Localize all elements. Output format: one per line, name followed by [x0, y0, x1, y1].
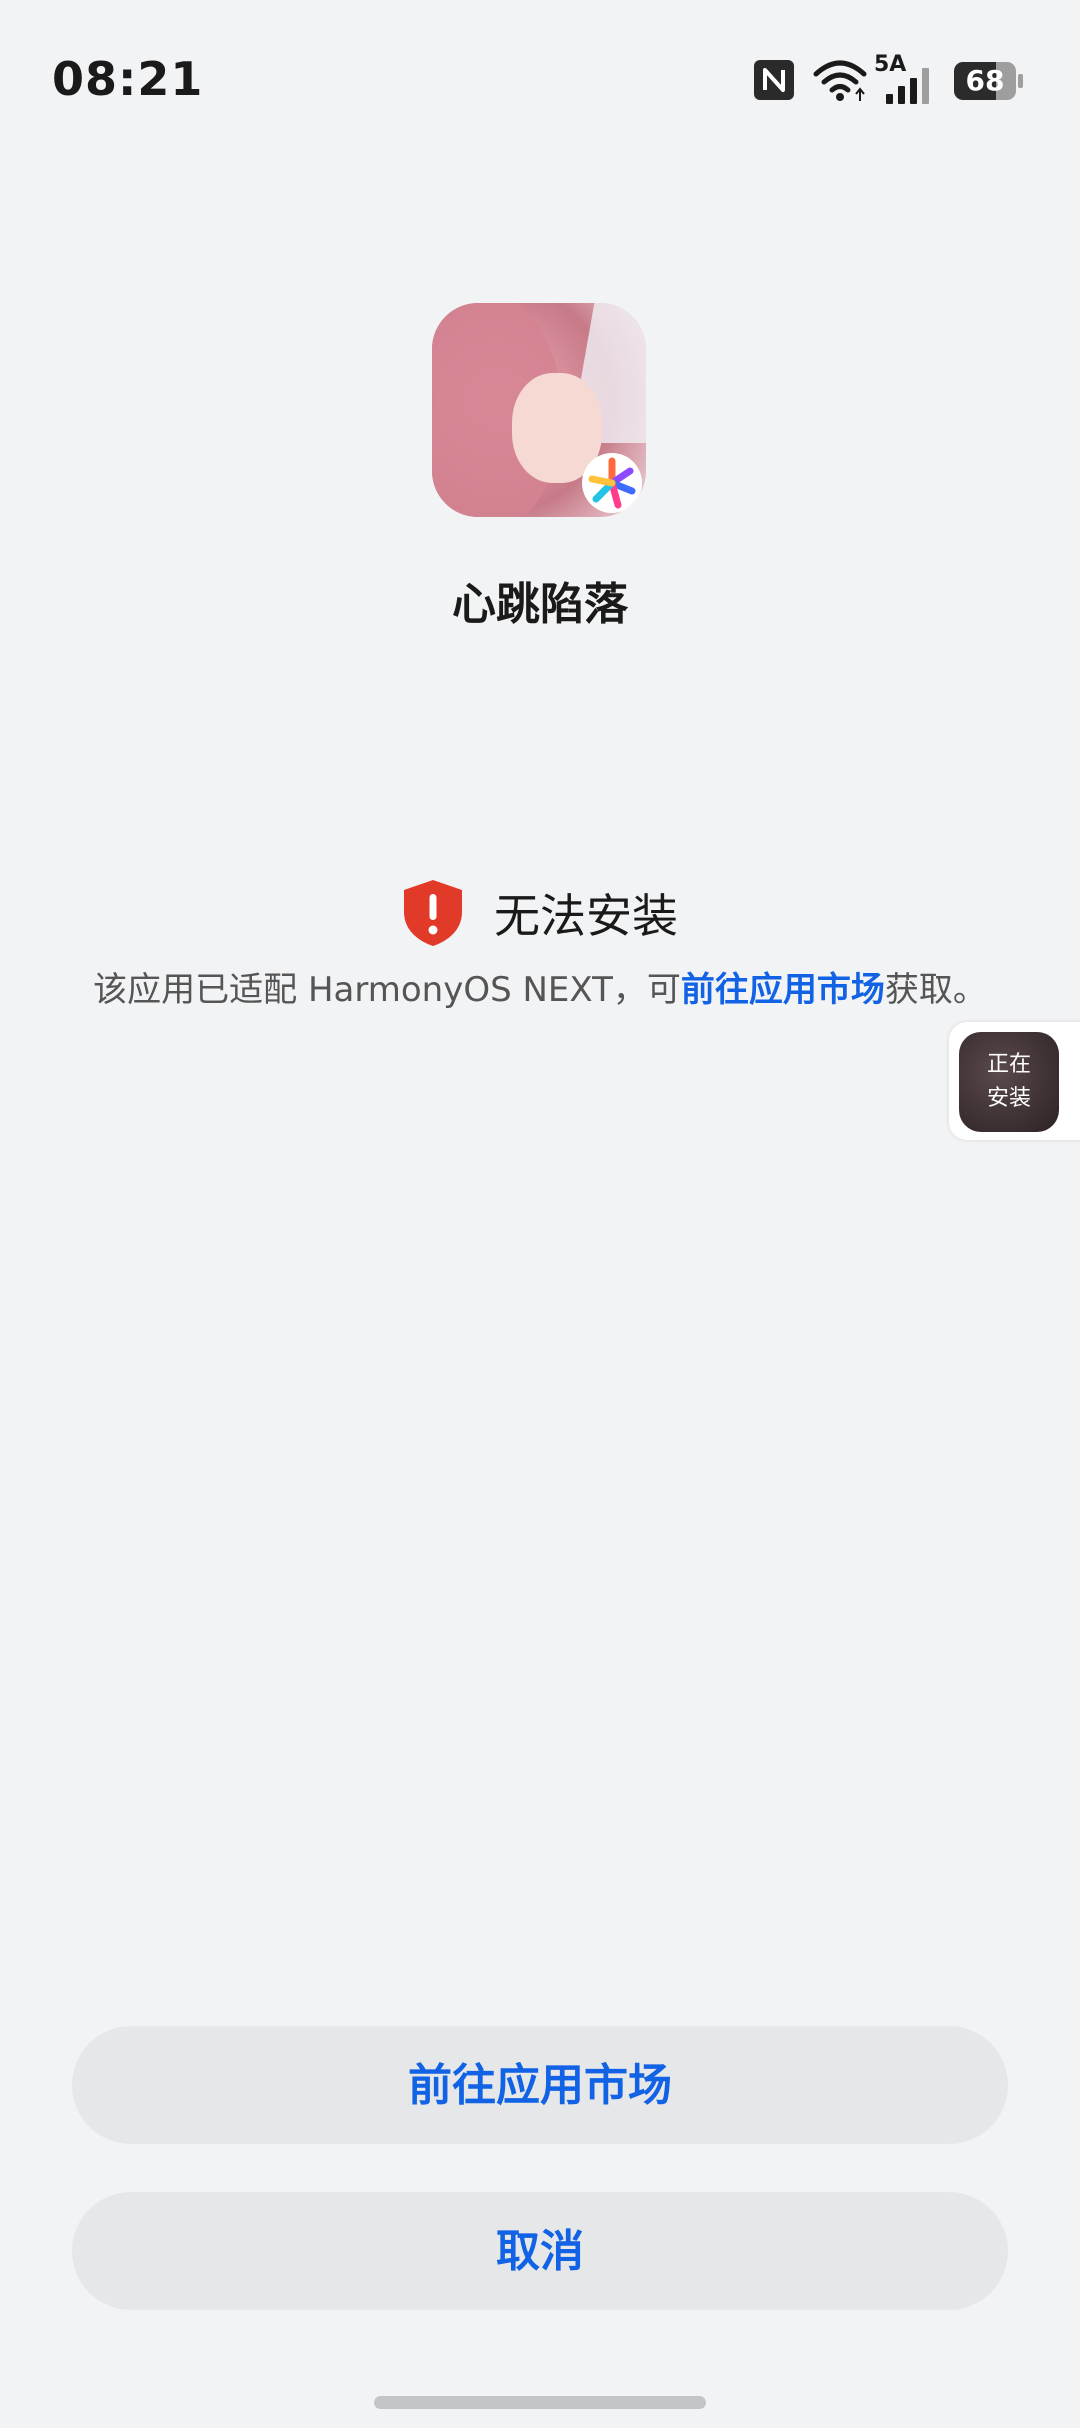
status-time: 08:21: [52, 52, 204, 106]
description-prefix: 该应用已适配 HarmonyOS NEXT，可: [93, 970, 681, 1010]
battery-icon: 68: [954, 62, 1024, 100]
app-store-badge-icon: [582, 453, 642, 513]
app-name: 心跳陷落: [452, 579, 628, 630]
go-to-app-market-button[interactable]: 前往应用市场: [72, 2026, 1008, 2144]
nfc-icon: [754, 60, 794, 100]
go-to-market-link[interactable]: 前往应用市场: [681, 970, 885, 1010]
signal-group: 5A: [874, 52, 940, 104]
install-status-description: 该应用已适配 HarmonyOS NEXT，可前往应用市场获取。: [0, 962, 1080, 1011]
wifi-icon: [812, 58, 868, 104]
install-status-title: 无法安装: [494, 889, 678, 943]
home-indicator[interactable]: [374, 2396, 706, 2409]
signal-icon: [886, 68, 929, 104]
status-bar: 08:21 5A 68: [0, 0, 1080, 160]
description-suffix: 获取。: [884, 970, 987, 1010]
cancel-button[interactable]: 取消: [72, 2192, 1008, 2310]
install-status-row: 无法安装: [0, 870, 1080, 950]
battery-level: 68: [965, 64, 1005, 97]
installing-floating-badge[interactable]: 正在 安装: [949, 1022, 1080, 1140]
shield-warning-icon: [404, 880, 462, 946]
installing-label: 正在 安装: [986, 1052, 1031, 1111]
app-icon: [432, 303, 646, 517]
